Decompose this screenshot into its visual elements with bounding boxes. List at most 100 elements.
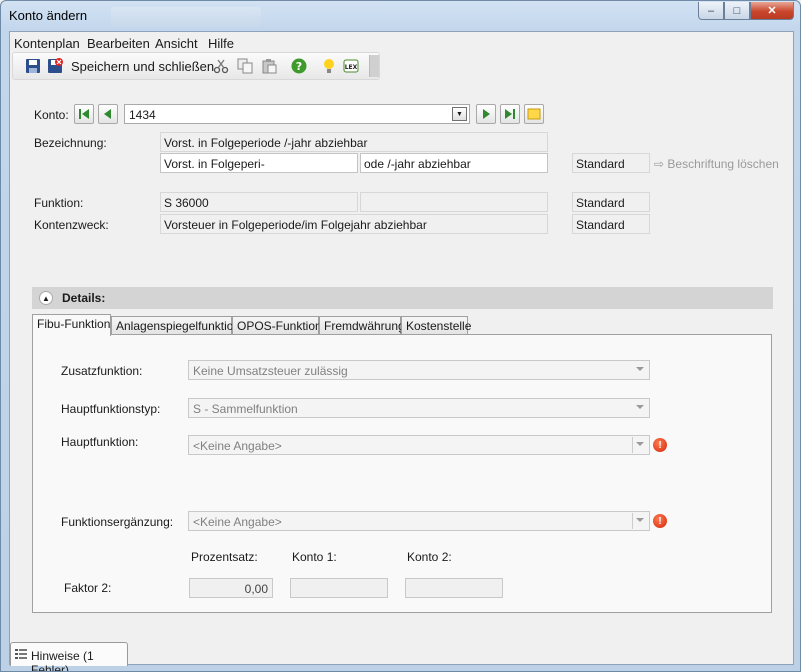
next-record-button[interactable] (476, 104, 496, 124)
bezeichnung-standard-text: Standard (576, 157, 625, 171)
tab-fremdwaehrung[interactable]: Fremdwährung (319, 316, 405, 335)
kontenzweck-label: Kontenzweck: (34, 218, 109, 232)
bezeichnung-part1-text: Vorst. in Folgeperi- (164, 157, 265, 171)
maximize-button[interactable]: □ (724, 2, 750, 20)
bezeichnung-full-text: Vorst. in Folgeperiode /-jahr abziehbar (164, 136, 368, 150)
last-record-button[interactable] (500, 104, 520, 124)
konto-combobox[interactable]: 1434 ▼ (124, 104, 470, 124)
arrow-right-icon: ⇨ (654, 157, 668, 171)
kontenzweck-field: Vorsteuer in Folgeperiode/im Folgejahr a… (160, 214, 548, 234)
funktion-standard-text: Standard (576, 196, 625, 210)
kontenzweck-standard-text: Standard (576, 218, 625, 232)
lexicon-icon[interactable]: LEX (343, 58, 359, 74)
prozentsatz-value: 0,00 (244, 582, 268, 596)
maximize-icon: □ (733, 4, 741, 17)
bezeichnung-part2-input[interactable]: ode /-jahr abziehbar (360, 153, 548, 173)
error-icon[interactable]: ! (653, 514, 667, 528)
background-tab-ghost (111, 7, 261, 27)
faktor2-label: Faktor 2: (64, 581, 112, 595)
tab-fibu-funktion-label: Fibu-Funktion (37, 317, 111, 331)
chevron-down-icon (636, 442, 644, 446)
zusatzfunktion-dropdown[interactable]: Keine Umsatzsteuer zulässig (188, 360, 650, 380)
collapse-icon[interactable]: ▲ (39, 291, 53, 305)
first-record-icon (79, 109, 89, 119)
funktionsergaenzung-label: Funktionsergänzung: (61, 515, 174, 529)
menu-bearbeiten[interactable]: Bearbeiten (87, 36, 150, 51)
new-record-button[interactable] (524, 104, 544, 124)
funktionsergaenzung-dropdown[interactable]: <Keine Angabe> (188, 511, 650, 531)
save-close-icon[interactable] (47, 58, 63, 74)
tab-opos-funktion[interactable]: OPOS-Funktion (232, 316, 322, 335)
konto1-label: Konto 1: (292, 550, 337, 564)
copy-icon[interactable] (237, 58, 253, 74)
close-button[interactable]: ✕ (750, 2, 794, 20)
funktion-value: S 36000 (164, 196, 209, 210)
window-title: Konto ändern (9, 8, 88, 23)
tab-fremdwaehrung-label: Fremdwährung (324, 319, 405, 333)
prozentsatz-field: 0,00 (189, 578, 273, 598)
funktion-standard-field: Standard (572, 192, 650, 212)
hints-tab[interactable]: Hinweise (1 Fehler) (10, 642, 128, 671)
hauptfunktion-value: <Keine Angabe> (193, 439, 282, 453)
note-icon (527, 108, 541, 120)
konto-label: Konto: (34, 108, 69, 122)
kontenzweck-value: Vorsteuer in Folgeperiode/im Folgejahr a… (164, 218, 427, 232)
details-section-header[interactable]: ▲ Details: (32, 287, 773, 309)
svg-text:LEX: LEX (345, 64, 358, 71)
list-icon (15, 649, 27, 659)
funktion-field: S 36000 (160, 192, 358, 212)
hints-label: Hinweise (1 Fehler) (31, 649, 94, 672)
bezeichnung-part2-text: ode /-jahr abziehbar (364, 157, 471, 171)
tab-anlagenspiegelfunktion-label: Anlagenspiegelfunktion (116, 319, 241, 333)
tab-kostenstelle-label: Kostenstelle (406, 319, 472, 333)
konto-value: 1434 (129, 108, 156, 122)
hauptfunktionstyp-value: S - Sammelfunktion (193, 402, 298, 416)
last-record-icon (505, 109, 515, 119)
funktion-second-field (360, 192, 548, 212)
menu-ansicht[interactable]: Ansicht (155, 36, 198, 51)
bezeichnung-label: Bezeichnung: (34, 136, 107, 150)
funktion-label: Funktion: (34, 196, 84, 210)
paste-icon[interactable] (261, 58, 277, 74)
save-close-button[interactable]: Speichern und schließen (71, 59, 214, 74)
konto1-field (290, 578, 388, 598)
zusatzfunktion-value: Keine Umsatzsteuer zulässig (193, 364, 348, 378)
tab-kostenstelle[interactable]: Kostenstelle (401, 316, 472, 335)
next-record-icon (483, 109, 490, 119)
help-icon[interactable]: ? (291, 58, 307, 74)
cut-icon[interactable] (213, 58, 229, 74)
konto2-field (405, 578, 503, 598)
error-icon[interactable]: ! (653, 438, 667, 452)
save-icon[interactable] (25, 58, 41, 74)
chevron-down-icon (636, 405, 644, 409)
tab-anlagenspiegelfunktion[interactable]: Anlagenspiegelfunktion (111, 316, 240, 335)
hauptfunktion-label: Hauptfunktion: (61, 435, 139, 449)
bezeichnung-part1-input[interactable]: Vorst. in Folgeperi- (160, 153, 358, 173)
clear-label-button[interactable]: ⇨ Beschriftung löschen (654, 157, 779, 171)
zusatzfunktion-label: Zusatzfunktion: (61, 364, 143, 378)
minimize-button[interactable]: – (698, 2, 724, 20)
bezeichnung-standard-field: Standard (572, 153, 650, 173)
tab-opos-funktion-label: OPOS-Funktion (237, 319, 322, 333)
title-bar[interactable]: Konto ändern – □ ✕ (1, 1, 800, 31)
previous-record-button[interactable] (98, 104, 118, 124)
lightbulb-icon[interactable] (321, 58, 337, 74)
hauptfunktion-dropdown[interactable]: <Keine Angabe> (188, 435, 650, 455)
details-title: Details: (62, 291, 106, 305)
tab-fibu-funktion[interactable]: Fibu-Funktion (32, 314, 111, 336)
funktionsergaenzung-value: <Keine Angabe> (193, 515, 282, 529)
menu-kontenplan[interactable]: Kontenplan (14, 36, 80, 51)
menu-hilfe[interactable]: Hilfe (208, 36, 234, 51)
chevron-down-icon (636, 367, 644, 371)
prozentsatz-label: Prozentsatz: (191, 550, 258, 564)
chevron-down-icon[interactable]: ▼ (452, 107, 467, 121)
fibu-funktion-panel: Zusatzfunktion: Keine Umsatzsteuer zuläs… (32, 334, 772, 613)
status-bar: Hinweise (1 Fehler) (10, 638, 793, 671)
hauptfunktionstyp-dropdown[interactable]: S - Sammelfunktion (188, 398, 650, 418)
toolbar: Speichern und schließen ? LEX (12, 52, 380, 80)
kontenzweck-standard-field: Standard (572, 214, 650, 234)
konto2-label: Konto 2: (407, 550, 452, 564)
application-window: Konto ändern – □ ✕ Kontenplan Bearbeiten… (0, 0, 801, 672)
first-record-button[interactable] (74, 104, 94, 124)
toolbar-overflow-button[interactable] (369, 55, 379, 77)
